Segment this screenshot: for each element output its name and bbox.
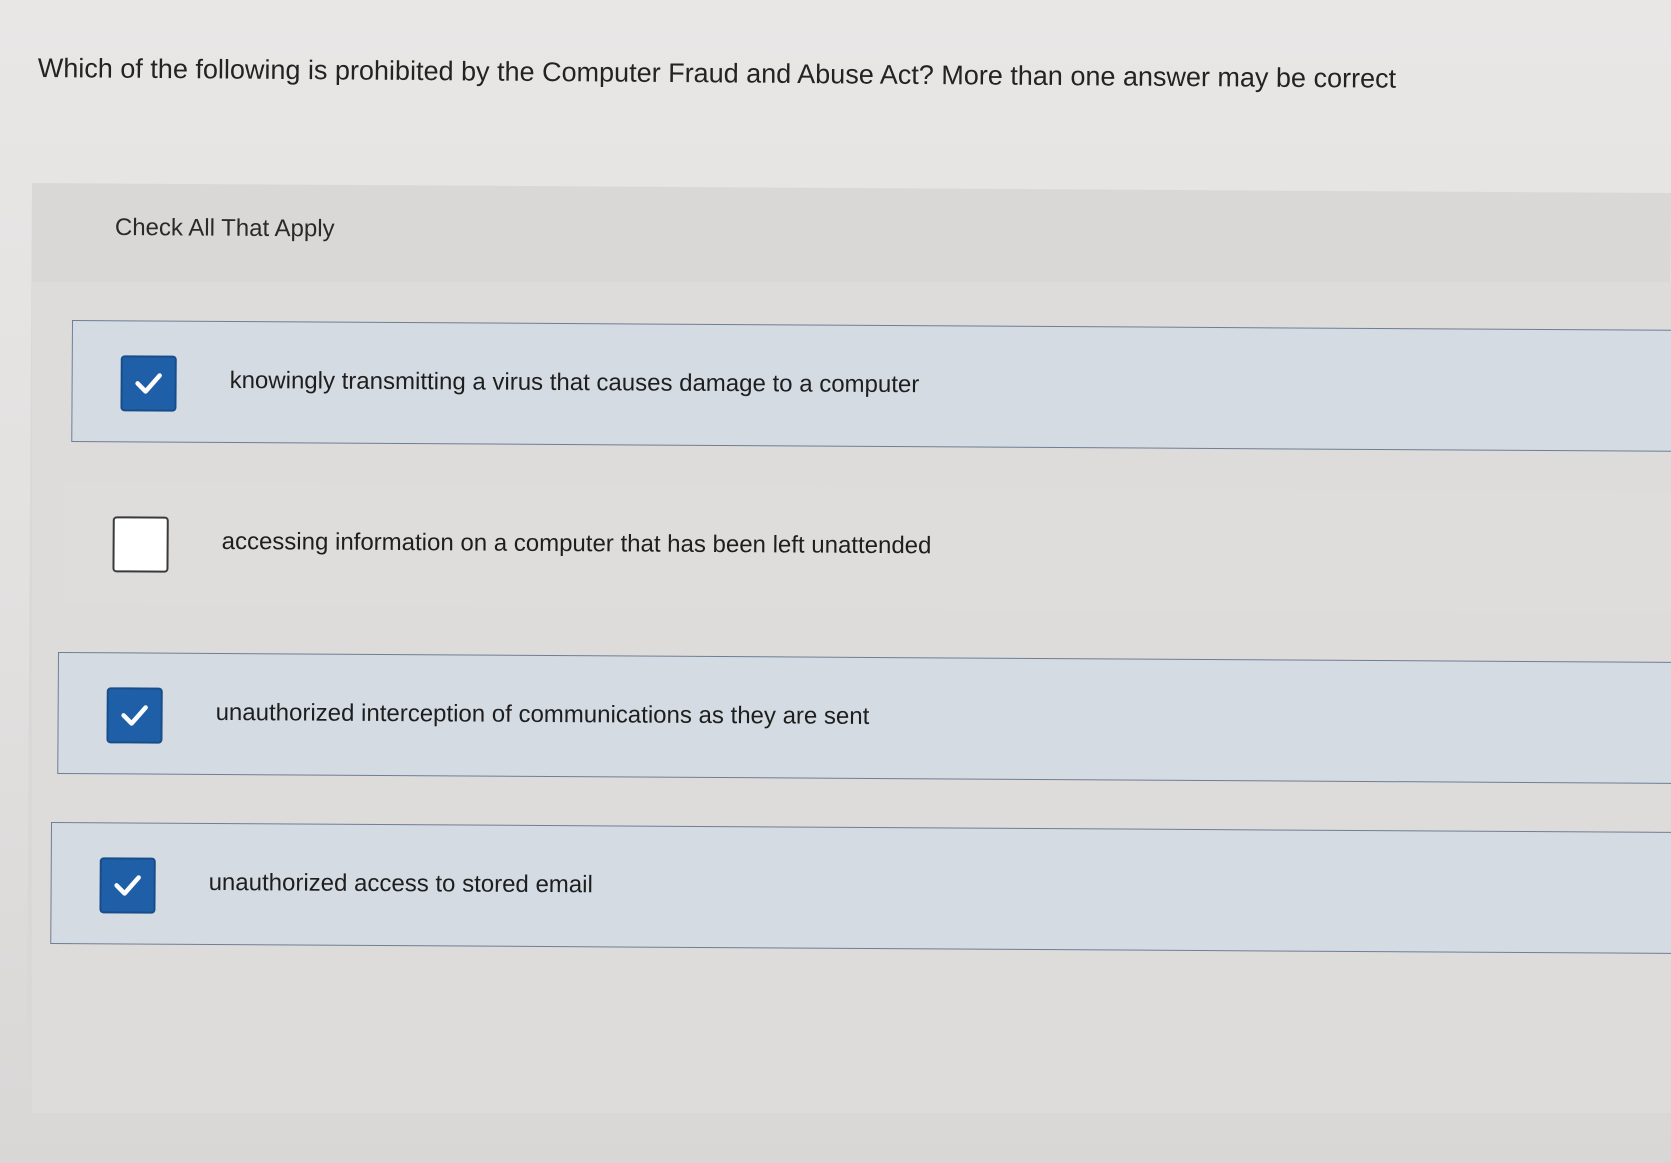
question-text: Which of the following is prohibited by … [37,52,1397,94]
option-3-label: unauthorized interception of communicati… [215,698,870,730]
option-2[interactable]: accessing information on a computer that… [64,482,1671,614]
option-4[interactable]: unauthorized access to stored email [50,822,1671,955]
option-1-label: knowingly transmitting a virus that caus… [229,366,920,399]
option-2-checkbox[interactable] [112,516,169,573]
option-1[interactable]: knowingly transmitting a virus that caus… [71,320,1671,452]
instruction-text: Check All That Apply [114,214,335,243]
checkmark-icon [114,875,141,896]
checkmark-icon [135,373,162,394]
option-4-label: unauthorized access to stored email [208,868,593,899]
checkmark-icon [121,705,148,726]
option-3-checkbox[interactable] [106,687,163,744]
option-1-checkbox[interactable] [120,355,177,412]
quiz-page: Which of the following is prohibited by … [0,0,1671,1163]
options-list: knowingly transmitting a virus that caus… [32,282,1671,1113]
option-2-label: accessing information on a computer that… [221,527,932,560]
option-4-checkbox[interactable] [99,857,156,914]
option-3[interactable]: unauthorized interception of communicati… [57,652,1671,784]
